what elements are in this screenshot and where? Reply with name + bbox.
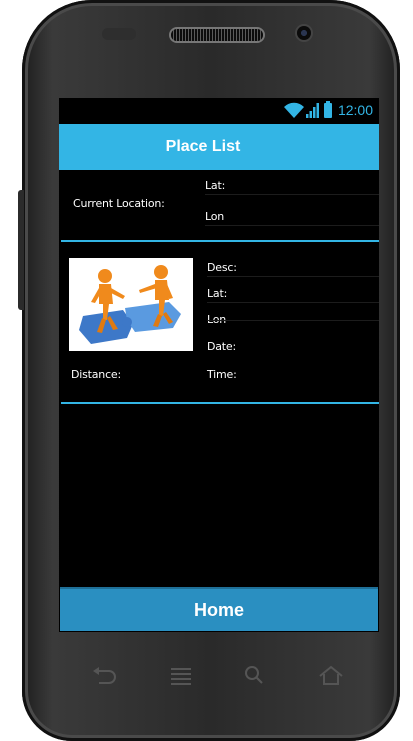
battery-icon bbox=[324, 101, 332, 118]
list-divider bbox=[61, 402, 379, 404]
menu-icon[interactable] bbox=[166, 664, 196, 686]
status-bar: 12:00 bbox=[59, 98, 379, 122]
proximity-sensor bbox=[102, 28, 136, 40]
home-icon[interactable] bbox=[316, 664, 346, 686]
lat-value bbox=[207, 302, 379, 303]
page-title: Place List bbox=[165, 138, 241, 155]
title-bar: Place List bbox=[59, 124, 379, 170]
current-lon-label: Lon bbox=[205, 210, 225, 223]
home-button-label: Home bbox=[193, 600, 244, 620]
place-image bbox=[69, 258, 193, 351]
desc-value bbox=[207, 276, 379, 277]
search-icon[interactable] bbox=[240, 664, 270, 686]
wifi-icon bbox=[284, 102, 304, 118]
time-label: Time: bbox=[207, 368, 237, 381]
distance-label: Distance: bbox=[71, 368, 122, 381]
earpiece-speaker bbox=[171, 29, 263, 41]
lat-label: Lat: bbox=[207, 287, 228, 300]
front-camera bbox=[297, 26, 311, 40]
home-button[interactable]: Home bbox=[60, 587, 378, 631]
volume-button bbox=[18, 190, 24, 310]
signal-icon bbox=[306, 103, 319, 118]
lon-value bbox=[207, 320, 379, 321]
app-screen: 12:00 Place List Current Location: Lat: … bbox=[59, 98, 379, 632]
current-lon-value bbox=[205, 225, 379, 226]
status-time: 12:00 bbox=[337, 102, 373, 118]
desc-label: Desc: bbox=[207, 261, 237, 274]
current-lat-value bbox=[205, 194, 379, 195]
back-icon[interactable] bbox=[89, 664, 119, 686]
date-label: Date: bbox=[207, 340, 236, 353]
current-lat-label: Lat: bbox=[205, 179, 226, 192]
current-location-label: Current Location: bbox=[73, 197, 165, 210]
section-divider bbox=[61, 240, 379, 242]
